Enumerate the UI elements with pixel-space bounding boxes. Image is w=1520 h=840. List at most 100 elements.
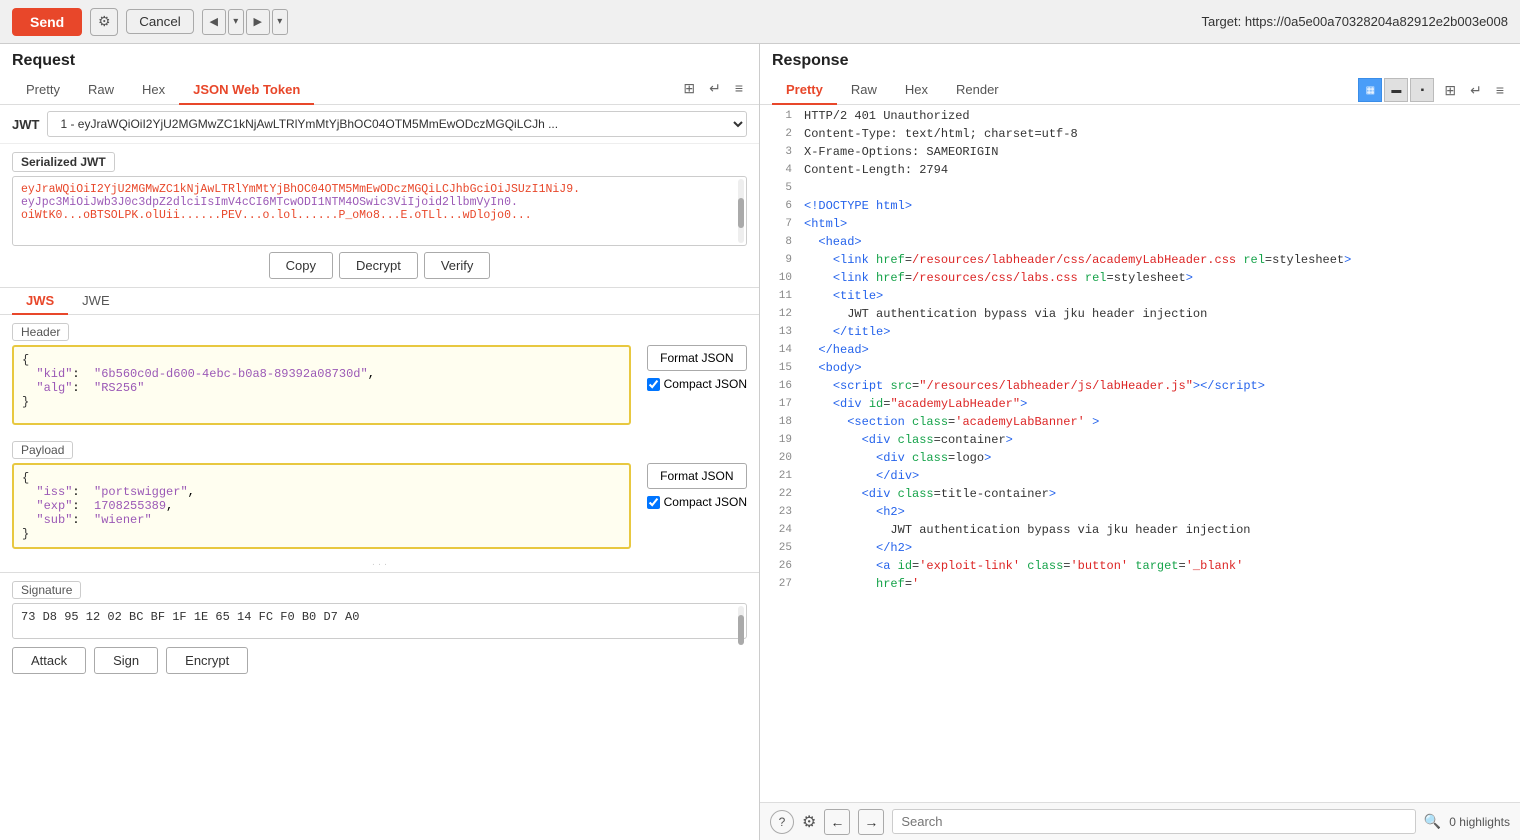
search-input[interactable] [892,809,1416,834]
sub-tabs: JWS JWE [0,288,759,315]
request-panel: Request Pretty Raw Hex JSON Web Token ⊞ … [0,44,760,840]
back-nav-button[interactable]: ← [824,809,850,835]
code-line-18: 18 <section class='academyLabBanner' > [760,415,1520,433]
code-line-17: 17 <div id="academyLabHeader"> [760,397,1520,415]
send-button[interactable]: Send [12,8,82,36]
payload-compact-check[interactable]: Compact JSON [647,495,747,509]
header-compact-checkbox[interactable] [647,378,660,391]
code-line-21: 21 </div> [760,469,1520,487]
response-actions: ▦ ▬ ▪ ⊞ ↵ ≡ [1358,78,1508,102]
view-mode-buttons: ▦ ▬ ▪ [1358,78,1434,102]
code-line-27: 27 href=' [760,577,1520,595]
code-line-25: 25 </h2> [760,541,1520,559]
view-single-button[interactable]: ▪ [1410,78,1434,102]
code-line-9: 9 <link href=/resources/labheader/css/ac… [760,253,1520,271]
payload-code-box[interactable]: { "iss": "portswigger", "exp": 170825538… [12,463,631,549]
more-icon[interactable]: ≡ [731,78,747,98]
response-more-icon[interactable]: ≡ [1492,80,1508,100]
tab-jwt[interactable]: JSON Web Token [179,76,314,105]
payload-section: Payload { "iss": "portswigger", "exp": 1… [0,433,759,557]
jwt-part1: eyJraWQiOiI2YjU2MGMwZC1kNjAwLTRlYmMtYjBh… [21,183,580,196]
header-actions: Format JSON Compact JSON [647,345,747,391]
view-split-button[interactable]: ▦ [1358,78,1382,102]
code-line-8: 8 <head> [760,235,1520,253]
tab-raw[interactable]: Raw [74,76,128,105]
jwt-part3: oiWtK0...oBTSOLPK.olUii......PEV...o.lol… [21,209,532,222]
serialized-title: Serialized JWT [12,152,115,172]
code-line-16: 16 <script src="/resources/labheader/js/… [760,379,1520,397]
code-line-3: 3 X-Frame-Options: SAMEORIGIN [760,145,1520,163]
payload-format-json[interactable]: Format JSON [647,463,747,489]
response-tab-render[interactable]: Render [942,76,1013,105]
signature-box: 73 D8 95 12 02 BC BF 1F 1E 65 14 FC F0 B… [12,603,747,639]
payload-compact-checkbox[interactable] [647,496,660,509]
request-header: Request [0,44,759,76]
header-compact-check[interactable]: Compact JSON [647,377,747,391]
code-line-26: 26 <a id='exploit-link' class='button' t… [760,559,1520,577]
code-line-23: 23 <h2> [760,505,1520,523]
code-line-22: 22 <div class=title-container> [760,487,1520,505]
highlights-count: 0 highlights [1449,815,1510,829]
signature-section: Signature 73 D8 95 12 02 BC BF 1F 1E 65 … [0,572,759,682]
encrypt-button[interactable]: Encrypt [166,647,248,674]
forward-drop-button[interactable]: ▾ [272,9,288,35]
payload-row: { "iss": "portswigger", "exp": 170825538… [12,463,747,549]
serialized-actions: Copy Decrypt Verify [12,252,747,279]
target-url: Target: https://0a5e00a70328204a82912e2b… [1201,14,1508,29]
wrap-icon[interactable]: ↵ [705,78,725,99]
forward-nav-button[interactable]: → [858,809,884,835]
code-line-1: 1 HTTP/2 401 Unauthorized [760,109,1520,127]
tab-hex[interactable]: Hex [128,76,179,105]
response-tabs: Pretty Raw Hex Render ▦ ▬ ▪ ⊞ ↵ ≡ [760,76,1520,105]
response-copy-icon[interactable]: ⊞ [1440,80,1460,101]
response-tab-pretty[interactable]: Pretty [772,76,837,105]
response-wrap-icon[interactable]: ↵ [1466,80,1486,101]
response-settings-button[interactable]: ⚙ [802,812,816,832]
copy-button[interactable]: Copy [269,252,333,279]
help-button[interactable]: ? [770,810,794,834]
code-line-13: 13 </title> [760,325,1520,343]
back-button[interactable]: ◀ [202,9,226,35]
code-line-20: 20 <div class=logo> [760,451,1520,469]
header-code-box[interactable]: { "kid": "6b560c0d-d600-4ebc-b0a8-89392a… [12,345,631,425]
signature-actions: Attack Sign Encrypt [12,647,747,674]
response-panel: Response Pretty Raw Hex Render ▦ ▬ ▪ ⊞ ↵… [760,44,1520,840]
jwt-selector: JWT 1 - eyJraWQiOiI2YjU2MGMwZC1kNjAwLTRl… [0,105,759,144]
code-line-7: 7 <html> [760,217,1520,235]
search-icon[interactable]: 🔍 [1424,813,1441,830]
response-tab-hex[interactable]: Hex [891,76,942,105]
code-line-19: 19 <div class=container> [760,433,1520,451]
main-content: Request Pretty Raw Hex JSON Web Token ⊞ … [0,44,1520,840]
drag-handle[interactable]: · · · [0,557,759,572]
signature-value: 73 D8 95 12 02 BC BF 1F 1E 65 14 FC F0 B… [21,610,359,624]
verify-button[interactable]: Verify [424,252,491,279]
settings-button[interactable]: ⚙ [90,8,118,36]
response-bottom-bar: ? ⚙ ← → 🔍 0 highlights [760,802,1520,840]
nav-arrows: ◀ ▾ ▶ ▾ [202,9,288,35]
subtab-jws[interactable]: JWS [12,288,68,315]
cancel-button[interactable]: Cancel [126,9,194,34]
forward-button[interactable]: ▶ [246,9,270,35]
jwt-select[interactable]: 1 - eyJraWQiOiI2YjU2MGMwZC1kNjAwLTRlYmMt… [47,111,747,137]
code-line-10: 10 <link href=/resources/css/labs.css re… [760,271,1520,289]
code-line-15: 15 <body> [760,361,1520,379]
payload-label: Payload [12,441,73,459]
request-title: Request [12,52,747,70]
copy-tab-icon[interactable]: ⊞ [679,78,699,99]
sign-button[interactable]: Sign [94,647,158,674]
code-line-14: 14 </head> [760,343,1520,361]
serialized-box: eyJraWQiOiI2YjU2MGMwZC1kNjAwLTRlYmMtYjBh… [12,176,747,246]
tab-pretty[interactable]: Pretty [12,76,74,105]
subtab-jwe[interactable]: JWE [68,288,123,315]
jwt-part2: eyJpc3MiOiJwb3J0c3dpZ2dlciIsImV4cCI6MTcw… [21,196,518,209]
code-line-24: 24 JWT authentication bypass via jku hea… [760,523,1520,541]
request-tabs: Pretty Raw Hex JSON Web Token ⊞ ↵ ≡ [0,76,759,105]
response-tab-raw[interactable]: Raw [837,76,891,105]
code-line-4: 4 Content-Length: 2794 [760,163,1520,181]
attack-button[interactable]: Attack [12,647,86,674]
back-drop-button[interactable]: ▾ [228,9,244,35]
view-horizontal-button[interactable]: ▬ [1384,78,1408,102]
header-format-json[interactable]: Format JSON [647,345,747,371]
decrypt-button[interactable]: Decrypt [339,252,418,279]
code-line-12: 12 JWT authentication bypass via jku hea… [760,307,1520,325]
